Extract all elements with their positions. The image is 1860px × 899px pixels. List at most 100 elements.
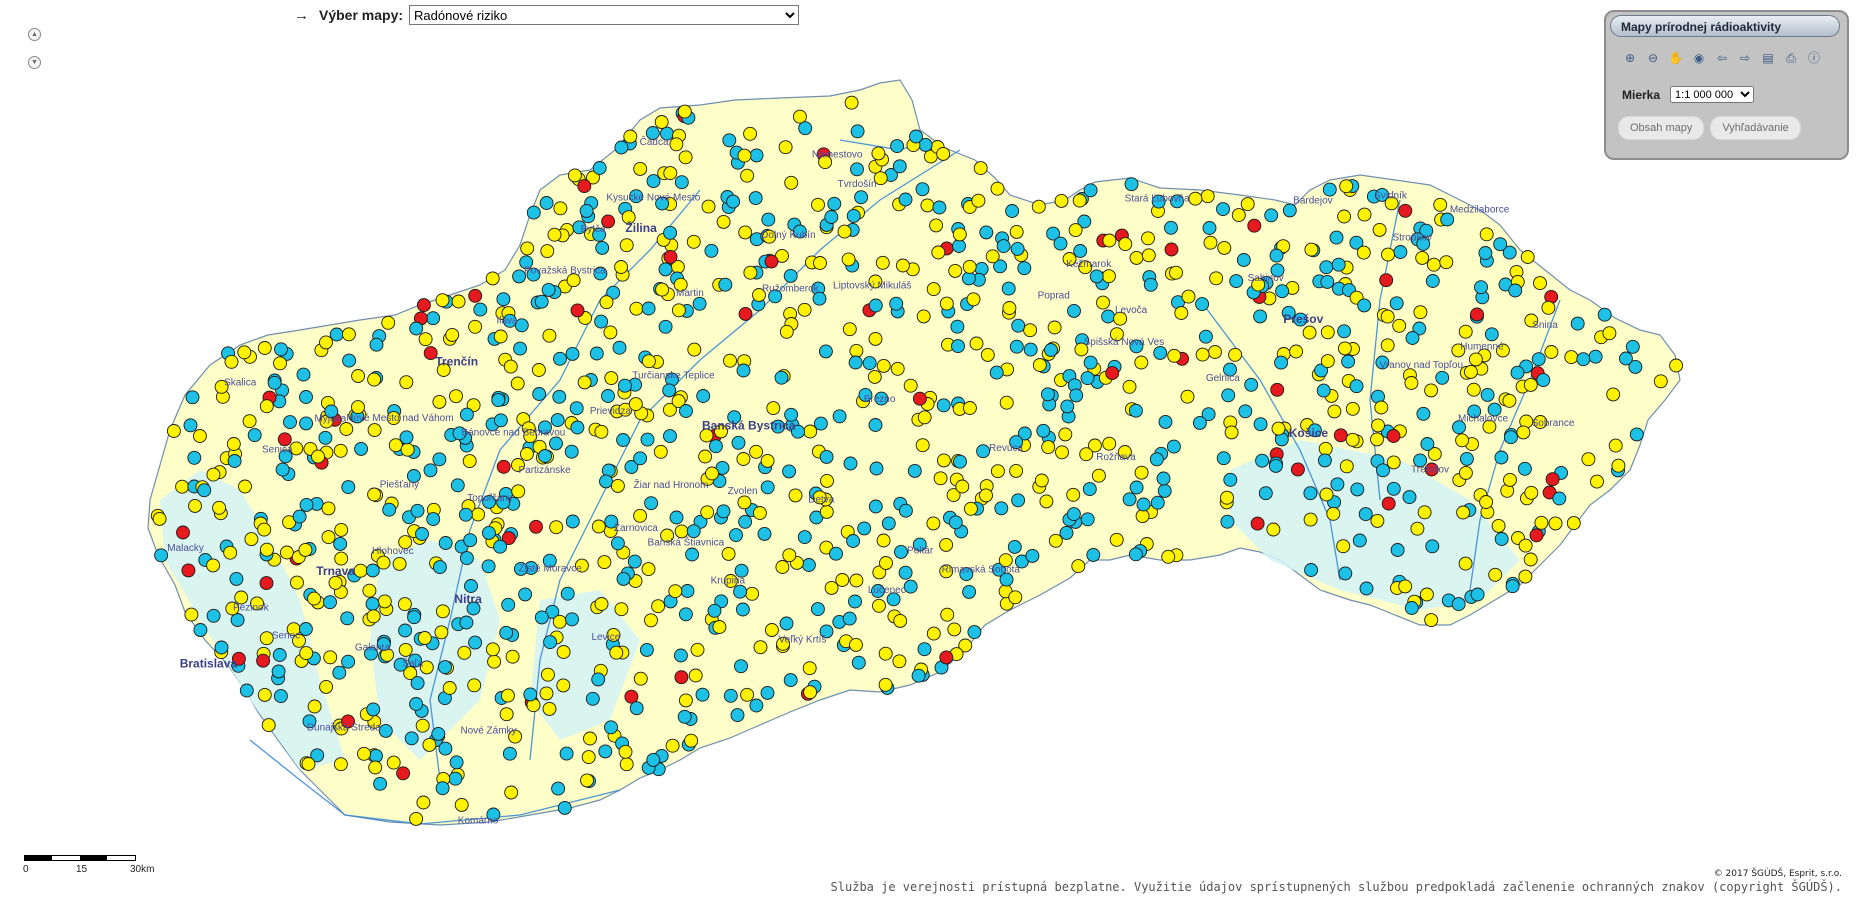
measurement-dot [726, 194, 741, 209]
measurement-dot [616, 571, 631, 586]
measurement-dot [332, 665, 347, 680]
town-label: Detva [808, 494, 835, 505]
measurement-dot [962, 259, 977, 274]
measurement-dot [848, 594, 862, 609]
measurement-dot [962, 584, 977, 599]
measurement-dot [737, 148, 752, 163]
town-label: Tvrdošín [838, 179, 877, 190]
zoom-out-icon[interactable]: ⊖ [1645, 50, 1661, 66]
measurement-dot [589, 346, 604, 361]
pan-down-icon[interactable]: ▼ [28, 56, 41, 69]
measurement-dot [915, 182, 930, 197]
measurement-dot [368, 760, 383, 775]
measurement-dot [432, 452, 447, 467]
measurement-dot [696, 389, 711, 403]
measurement-dot [749, 444, 764, 459]
back-arrow-icon[interactable]: ⇦ [1714, 50, 1730, 66]
measurement-dot [1080, 512, 1095, 527]
measurement-dot [909, 129, 923, 144]
measurement-dot [357, 746, 371, 761]
measurement-dot [846, 534, 861, 548]
print-icon[interactable]: ⎙ [1783, 50, 1799, 66]
measurement-dot [1055, 445, 1069, 460]
measurement-dot [674, 524, 689, 539]
measurement-dot [1518, 569, 1533, 584]
measurement-dot [1566, 516, 1581, 531]
measurement-dot [1494, 450, 1509, 465]
measurement-dot [1608, 438, 1623, 453]
measurement-dot [640, 432, 655, 447]
measurement-dot [1034, 473, 1049, 488]
map-contents-button[interactable]: Obsah mapy [1618, 116, 1705, 140]
measurement-dot [701, 199, 716, 214]
measurement-dot [409, 697, 424, 711]
measurement-dot [663, 429, 677, 444]
measurement-dot [872, 598, 886, 613]
measurement-dot [529, 519, 543, 534]
measurement-dot [994, 501, 1009, 516]
forward-arrow-icon[interactable]: ⇨ [1737, 50, 1753, 66]
measurement-dot [890, 361, 905, 376]
measurement-dot [1338, 566, 1353, 581]
measurement-dot [1220, 514, 1235, 529]
measurement-dot [764, 254, 779, 269]
map-view[interactable]: Čadca Námestovo Kysucké Nové Mesto Tvrdošín… [0, 0, 1860, 899]
measurement-dot [1023, 323, 1038, 338]
measurement-dot [1588, 349, 1603, 364]
measurement-dot [206, 608, 221, 623]
panel-title[interactable]: Mapy prírodnej rádioaktivity [1610, 15, 1840, 37]
measurement-dot [272, 648, 287, 662]
scale-select[interactable]: 1:1 000 000 [1670, 86, 1755, 103]
measurement-dot [299, 390, 313, 404]
search-button[interactable]: Vyhľadávanie [1710, 116, 1801, 140]
measurement-dot [594, 597, 609, 611]
measurement-dot [1493, 237, 1508, 252]
town-label: Senica [262, 445, 293, 456]
measure-icon[interactable]: ▤ [1760, 50, 1776, 66]
map-select-dropdown[interactable]: Radónové riziko [409, 5, 800, 25]
measurement-dot [1002, 301, 1017, 315]
measurement-dot [1629, 427, 1644, 442]
scale-row: Mierka 1:1 000 000 [1622, 86, 1755, 103]
measurement-dot [797, 530, 812, 545]
info-icon[interactable]: ⓘ [1806, 50, 1822, 66]
measurement-dot [879, 556, 893, 570]
measurement-dot [513, 341, 528, 356]
measurement-dot [1319, 487, 1334, 502]
town-label: Veľký Krtíš [779, 634, 827, 645]
measurement-dot [692, 296, 707, 311]
measurement-dot [867, 369, 882, 384]
measurement-dot [1370, 513, 1385, 528]
measurement-dot [743, 126, 758, 141]
map-canvas[interactable]: Čadca Námestovo Kysucké Nové Mesto Tvrdošín… [0, 0, 1860, 899]
measurement-dot [668, 584, 683, 599]
pan-hand-icon[interactable]: ✋ [1668, 50, 1684, 66]
measurement-dot [947, 622, 962, 637]
measurement-dot [1458, 556, 1473, 571]
pan-up-icon[interactable]: ▲ [28, 28, 41, 41]
measurement-dot [1067, 303, 1081, 318]
measurement-dot [323, 595, 337, 610]
measurement-dot [926, 626, 941, 641]
measurement-dot [1102, 233, 1117, 248]
measurement-dot [1220, 490, 1234, 505]
full-extent-icon[interactable]: ◉ [1691, 50, 1707, 66]
measurement-dot [1357, 298, 1372, 313]
measurement-dot [618, 744, 633, 759]
measurement-dot [1200, 189, 1215, 204]
measurement-dot [1320, 354, 1335, 369]
measurement-dot [227, 454, 242, 468]
measurement-dot [376, 555, 391, 570]
measurement-dot [1398, 203, 1413, 218]
zoom-in-icon[interactable]: ⊕ [1622, 50, 1638, 66]
measurement-dot [459, 551, 474, 566]
measurement-dot [1322, 182, 1337, 197]
measurement-dot [889, 296, 904, 311]
measurement-dot [1331, 257, 1346, 272]
town-label: Nitra [454, 592, 482, 606]
measurement-dot [592, 161, 607, 175]
measurement-dot [1518, 538, 1533, 553]
measurement-dot [1066, 487, 1081, 502]
measurement-dot [842, 611, 857, 626]
town-label: Brezno [864, 394, 896, 405]
